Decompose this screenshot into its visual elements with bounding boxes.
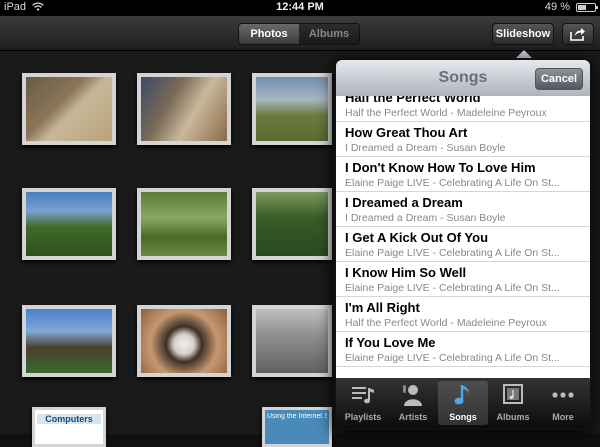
- book-thumbnail[interactable]: Using the Internet Safely: [262, 407, 332, 447]
- photo-thumbnail[interactable]: [137, 73, 231, 145]
- book-title: Computers: [45, 414, 93, 424]
- more-icon: [552, 392, 574, 398]
- song-title: How Great Thou Art: [345, 125, 468, 140]
- song-subtitle: Half the Perfect World - Madeleine Peyro…: [345, 317, 547, 329]
- song-row[interactable]: How Great Thou Art I Dreamed a Dream - S…: [336, 122, 590, 157]
- song-title: I Get A Kick Out Of You: [345, 230, 489, 245]
- song-title: I Know Him So Well: [345, 265, 467, 280]
- share-button[interactable]: [562, 23, 594, 45]
- song-subtitle: I Dreamed a Dream - Susan Boyle: [345, 142, 506, 154]
- playlists-icon: [352, 387, 374, 404]
- toolbar: Photos Albums Slideshow: [0, 16, 600, 51]
- song-row[interactable]: Half the Perfect World Half the Perfect …: [336, 96, 590, 122]
- library-tab-bar: Playlists Artists Songs Albums More: [336, 378, 590, 428]
- song-row[interactable]: I'm All Right Half the Perfect World - M…: [336, 297, 590, 332]
- song-row[interactable]: I Get A Kick Out Of You Elaine Paige LIV…: [336, 227, 590, 262]
- songs-icon: [454, 385, 469, 405]
- photo-thumbnail[interactable]: [137, 188, 231, 260]
- song-list[interactable]: Half the Perfect World Half the Perfect …: [336, 96, 590, 378]
- slideshow-button[interactable]: Slideshow: [492, 23, 554, 45]
- tab-label: Playlists: [344, 412, 382, 422]
- tab-label: Albums: [496, 412, 530, 422]
- song-title: If You Love Me: [345, 335, 436, 350]
- tab-more[interactable]: More: [538, 381, 588, 425]
- song-subtitle: Half the Perfect World - Madeleine Peyro…: [345, 107, 547, 119]
- popover-header: Songs Cancel: [336, 60, 590, 97]
- tab-photos[interactable]: Photos: [239, 24, 299, 44]
- photo-thumbnail[interactable]: [252, 73, 332, 145]
- battery-icon: [576, 3, 598, 12]
- song-subtitle: Elaine Paige LIVE - Celebrating A Life O…: [345, 352, 560, 364]
- photo-thumbnail[interactable]: [252, 188, 332, 260]
- song-title: I Don't Know How To Love Him: [345, 160, 536, 175]
- song-row[interactable]: I Don't Know How To Love Him Elaine Paig…: [336, 157, 590, 192]
- song-row[interactable]: I Know Him So Well Elaine Paige LIVE - C…: [336, 262, 590, 297]
- share-icon: [570, 28, 585, 41]
- song-subtitle: I Dreamed a Dream - Susan Boyle: [345, 212, 506, 224]
- song-title: I'm All Right: [345, 300, 420, 315]
- book-thumbnail[interactable]: Computers: [32, 407, 106, 447]
- tab-songs[interactable]: Songs: [438, 381, 488, 425]
- photo-thumbnail[interactable]: [22, 305, 116, 377]
- photo-thumbnail[interactable]: [252, 305, 332, 377]
- song-title: Half the Perfect World: [345, 96, 481, 105]
- tab-artists[interactable]: Artists: [388, 381, 438, 425]
- photo-thumbnail[interactable]: [22, 73, 116, 145]
- song-subtitle: Elaine Paige LIVE - Celebrating A Life O…: [345, 177, 560, 189]
- albums-icon: [503, 384, 523, 404]
- photo-thumbnail[interactable]: [137, 305, 231, 377]
- tab-albums[interactable]: Albums: [299, 24, 359, 44]
- song-title: I Dreamed a Dream: [345, 195, 463, 210]
- battery-percent: 49 %: [544, 1, 570, 13]
- song-row[interactable]: I Dreamed a Dream I Dreamed a Dream - Su…: [336, 192, 590, 227]
- tab-label: Artists: [398, 412, 428, 422]
- tab-playlists[interactable]: Playlists: [338, 381, 388, 425]
- tab-albums[interactable]: Albums: [488, 381, 538, 425]
- song-subtitle: Elaine Paige LIVE - Celebrating A Life O…: [345, 282, 560, 294]
- tab-label: More: [552, 412, 574, 422]
- song-subtitle: Elaine Paige LIVE - Celebrating A Life O…: [345, 247, 560, 259]
- artists-icon: [403, 385, 422, 406]
- view-segmented-control: Photos Albums: [238, 23, 360, 45]
- photo-thumbnail[interactable]: [22, 188, 116, 260]
- clock: 12:44 PM: [276, 1, 324, 13]
- songs-popover: Songs Cancel Half the Perfect World Half…: [334, 58, 592, 430]
- cancel-button[interactable]: Cancel: [535, 68, 583, 90]
- song-row[interactable]: If You Love Me Elaine Paige LIVE - Celeb…: [336, 332, 590, 367]
- tab-label: Songs: [449, 412, 477, 422]
- status-bar: iPad 12:44 PM 49 %: [0, 0, 600, 16]
- book-title: Using the Internet Safely: [267, 413, 327, 420]
